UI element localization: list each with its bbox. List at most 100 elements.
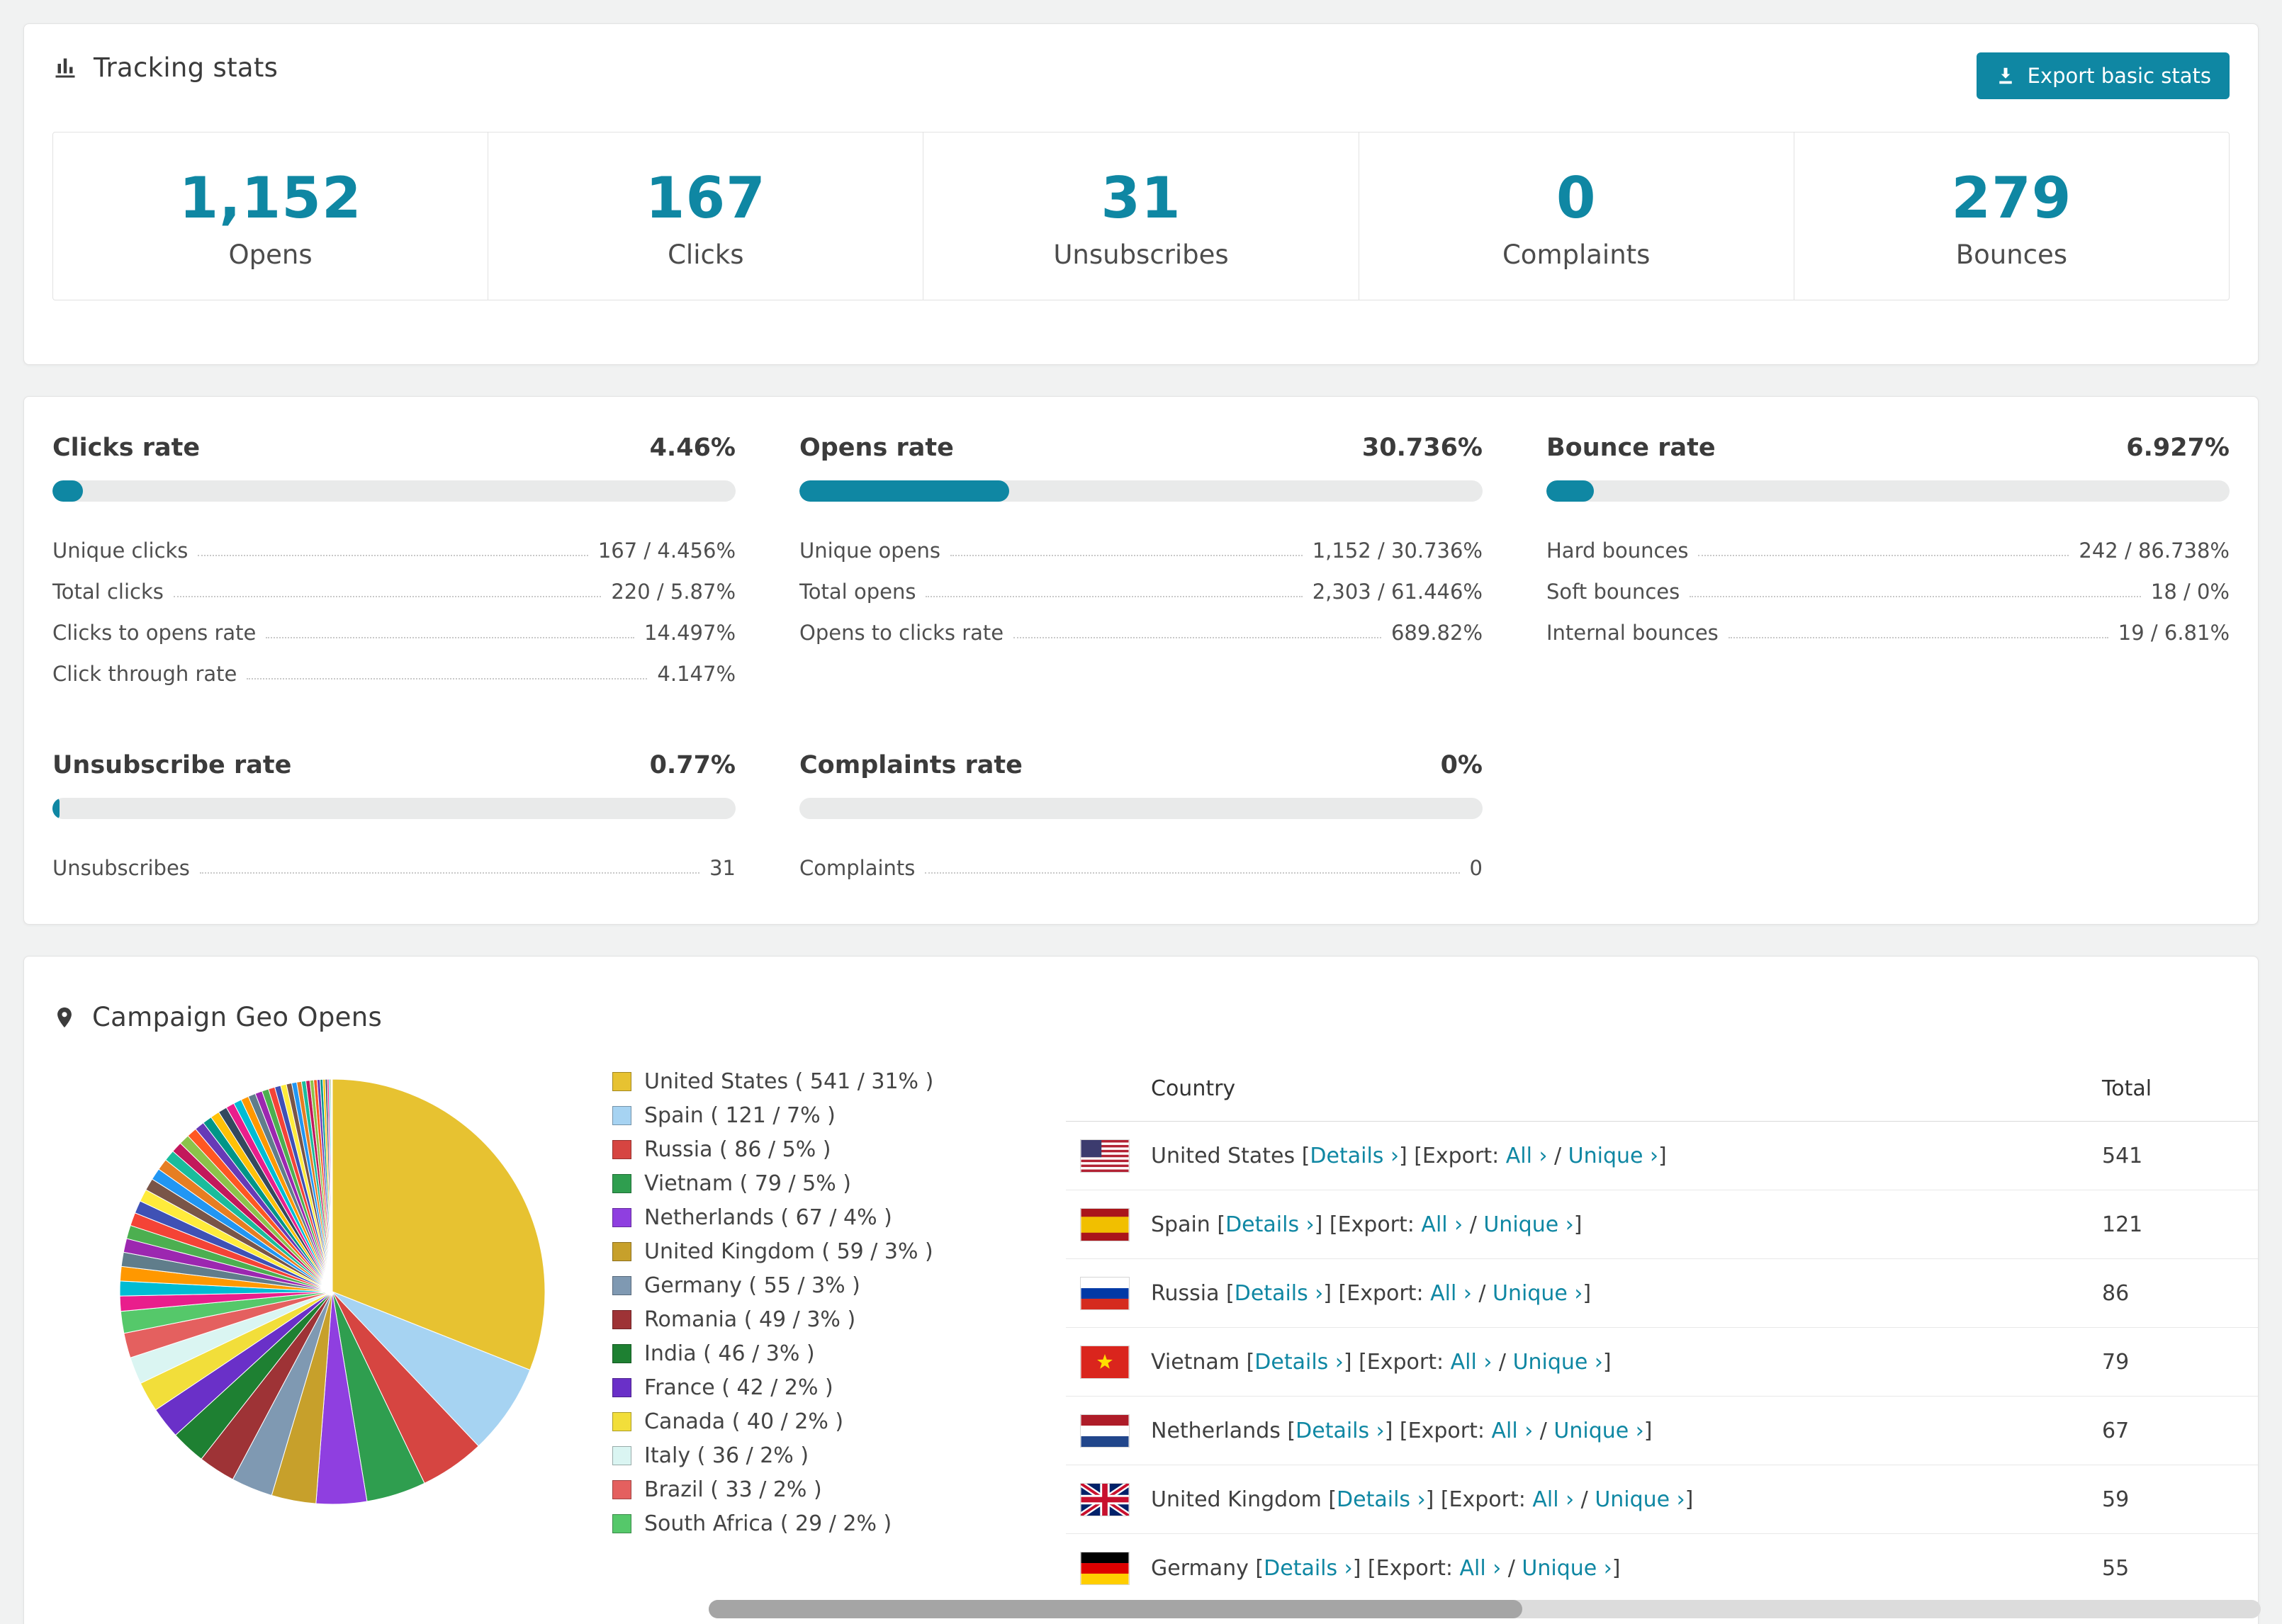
table-row-spain: Spain [Details ›] [Export: All › / Uniqu… [1066, 1190, 2258, 1259]
country-name: United Kingdom [1151, 1487, 1329, 1512]
column-header-country: Country [1151, 1076, 1236, 1101]
horizontal-scrollbar [709, 1600, 2261, 1618]
dotted-leader [1728, 637, 2108, 638]
rate-header: Bounce rate 6.927% [1546, 434, 2230, 462]
progress-bar-fill [799, 480, 1010, 502]
export-all-link[interactable]: All › [1532, 1487, 1574, 1512]
russia-flag-icon [1080, 1276, 1130, 1310]
column-header-total: Total [2102, 1076, 2152, 1101]
total-value: 55 [2102, 1555, 2130, 1581]
progress-bar-fill [1546, 480, 1594, 502]
metric-label: Clicks to opens rate [52, 621, 257, 645]
legend-label: Netherlands ( 67 / 4% ) [644, 1205, 892, 1230]
export-unique-link[interactable]: Unique › [1483, 1212, 1573, 1237]
metric-row-internal-bounces: Internal bounces 19 / 6.81% [1546, 604, 2230, 645]
netherlands-flag-icon [1080, 1414, 1130, 1448]
export-unique-link[interactable]: Unique › [1493, 1281, 1583, 1306]
horizontal-scrollbar-thumb[interactable] [709, 1600, 1522, 1618]
legend-item-vietnam[interactable]: Vietnam ( 79 / 5% ) [612, 1171, 1066, 1196]
country-cell: United Kingdom [Details ›] [Export: All … [1066, 1482, 2102, 1516]
rates-card: Clicks rate 4.46% Unique clicks 167 / 4.456… [23, 396, 2259, 925]
legend-item-russia[interactable]: Russia ( 86 / 5% ) [612, 1137, 1066, 1162]
metric-value: 167 / 4.456% [597, 538, 736, 563]
pie-legend: United States ( 541 / 31% ) Spain ( 121 /… [612, 1056, 1066, 1603]
country-name: United States [1151, 1143, 1302, 1168]
metric-label: Opens to clicks rate [799, 621, 1004, 645]
rate-title: Unsubscribe rate [52, 751, 292, 779]
details-link[interactable]: Details › [1337, 1487, 1426, 1512]
germany-flag-icon [1080, 1551, 1130, 1585]
export-unique-link[interactable]: Unique › [1568, 1144, 1658, 1168]
export-icon [1995, 65, 2016, 86]
export-basic-stats-button[interactable]: Export basic stats [1976, 52, 2230, 99]
legend-item-france[interactable]: France ( 42 / 2% ) [612, 1375, 1066, 1400]
metric-value: 4.147% [657, 662, 736, 686]
rates-grid: Clicks rate 4.46% Unique clicks 167 / 4.456… [52, 434, 2230, 880]
rate-block-complaints-rate: Complaints rate 0% Complaints 0 [799, 751, 1483, 880]
vietnam-flag-icon [1080, 1345, 1130, 1379]
table-row-vietnam: Vietnam [Details ›] [Export: All › / Uni… [1066, 1328, 2258, 1397]
export-all-link[interactable]: All › [1421, 1212, 1463, 1237]
details-link[interactable]: Details › [1310, 1144, 1399, 1168]
legend-swatch [612, 1174, 631, 1193]
legend-label: Vietnam ( 79 / 5% ) [644, 1171, 852, 1196]
legend-item-romania[interactable]: Romania ( 49 / 3% ) [612, 1307, 1066, 1332]
rate-title: Opens rate [799, 434, 954, 462]
geo-pie-chart [52, 1056, 612, 1603]
export-all-link[interactable]: All › [1459, 1556, 1501, 1581]
legend-item-brazil[interactable]: Brazil ( 33 / 2% ) [612, 1477, 1066, 1502]
country-cell: United States [Details ›] [Export: All ›… [1066, 1139, 2102, 1173]
details-link[interactable]: Details › [1254, 1350, 1344, 1375]
table-row-netherlands: Netherlands [Details ›] [Export: All › /… [1066, 1397, 2258, 1465]
details-link[interactable]: Details › [1225, 1212, 1315, 1237]
export-unique-link[interactable]: Unique › [1595, 1487, 1685, 1512]
stat-value: 1,152 [179, 165, 362, 231]
legend-item-netherlands[interactable]: Netherlands ( 67 / 4% ) [612, 1205, 1066, 1230]
export-unique-link[interactable]: Unique › [1553, 1419, 1643, 1443]
export-all-link[interactable]: All › [1451, 1350, 1493, 1375]
export-all-link[interactable]: All › [1430, 1281, 1472, 1306]
legend-item-canada[interactable]: Canada ( 40 / 2% ) [612, 1409, 1066, 1434]
dotted-leader [173, 596, 602, 597]
rate-block-bounce-rate: Bounce rate 6.927% Hard bounces 242 / 86.73… [1546, 434, 2230, 686]
metric-value: 31 [709, 856, 736, 880]
dotted-leader [925, 872, 1460, 874]
stat-value: 167 [645, 165, 766, 231]
dotted-leader [198, 555, 588, 556]
legend-swatch [612, 1072, 631, 1091]
metric-value: 689.82% [1390, 621, 1483, 645]
legend-item-south-africa[interactable]: South Africa ( 29 / 2% ) [612, 1511, 1066, 1536]
country-name: Vietnam [1151, 1349, 1247, 1375]
export-unique-link[interactable]: Unique › [1513, 1350, 1603, 1375]
stat-box-complaints: 0 Complaints [1359, 132, 1794, 300]
table-row-russia: Russia [Details ›] [Export: All › / Uniq… [1066, 1259, 2258, 1328]
legend-item-germany[interactable]: Germany ( 55 / 3% ) [612, 1273, 1066, 1298]
export-unique-link[interactable]: Unique › [1522, 1556, 1612, 1581]
dotted-leader [266, 637, 634, 638]
tracking-stats-card: Tracking stats Export basic stats 1,152 O… [23, 23, 2259, 365]
legend-item-united-kingdom[interactable]: United Kingdom ( 59 / 3% ) [612, 1239, 1066, 1264]
legend-item-italy[interactable]: Italy ( 36 / 2% ) [612, 1443, 1066, 1468]
legend-item-united-states[interactable]: United States ( 541 / 31% ) [612, 1069, 1066, 1094]
metric-label: Total clicks [52, 580, 164, 604]
export-all-link[interactable]: All › [1506, 1144, 1548, 1168]
metric-label: Unsubscribes [52, 856, 190, 880]
legend-label: South Africa ( 29 / 2% ) [644, 1511, 892, 1536]
details-link[interactable]: Details › [1295, 1419, 1385, 1443]
export-all-link[interactable]: All › [1491, 1419, 1533, 1443]
legend-label: India ( 46 / 3% ) [644, 1341, 815, 1366]
stat-value: 31 [1101, 165, 1181, 231]
united-kingdom-flag-icon [1080, 1482, 1130, 1516]
legend-item-spain[interactable]: Spain ( 121 / 7% ) [612, 1103, 1066, 1128]
details-link[interactable]: Details › [1264, 1556, 1353, 1581]
tracking-stats-header: Tracking stats Export basic stats [52, 52, 2230, 99]
country-cell: Netherlands [Details ›] [Export: All › /… [1066, 1414, 2102, 1448]
total-value: 67 [2102, 1418, 2130, 1443]
table-row-united-states: United States [Details ›] [Export: All ›… [1066, 1122, 2258, 1190]
legend-item-india[interactable]: India ( 46 / 3% ) [612, 1341, 1066, 1366]
geo-table: Country Total United States [Details ›] [E… [1066, 1056, 2258, 1603]
legend-label: Germany ( 55 / 3% ) [644, 1273, 860, 1298]
metric-row-opens-to-clicks-rate: Opens to clicks rate 689.82% [799, 604, 1483, 645]
details-link[interactable]: Details › [1235, 1281, 1324, 1306]
total-value: 86 [2102, 1280, 2130, 1306]
